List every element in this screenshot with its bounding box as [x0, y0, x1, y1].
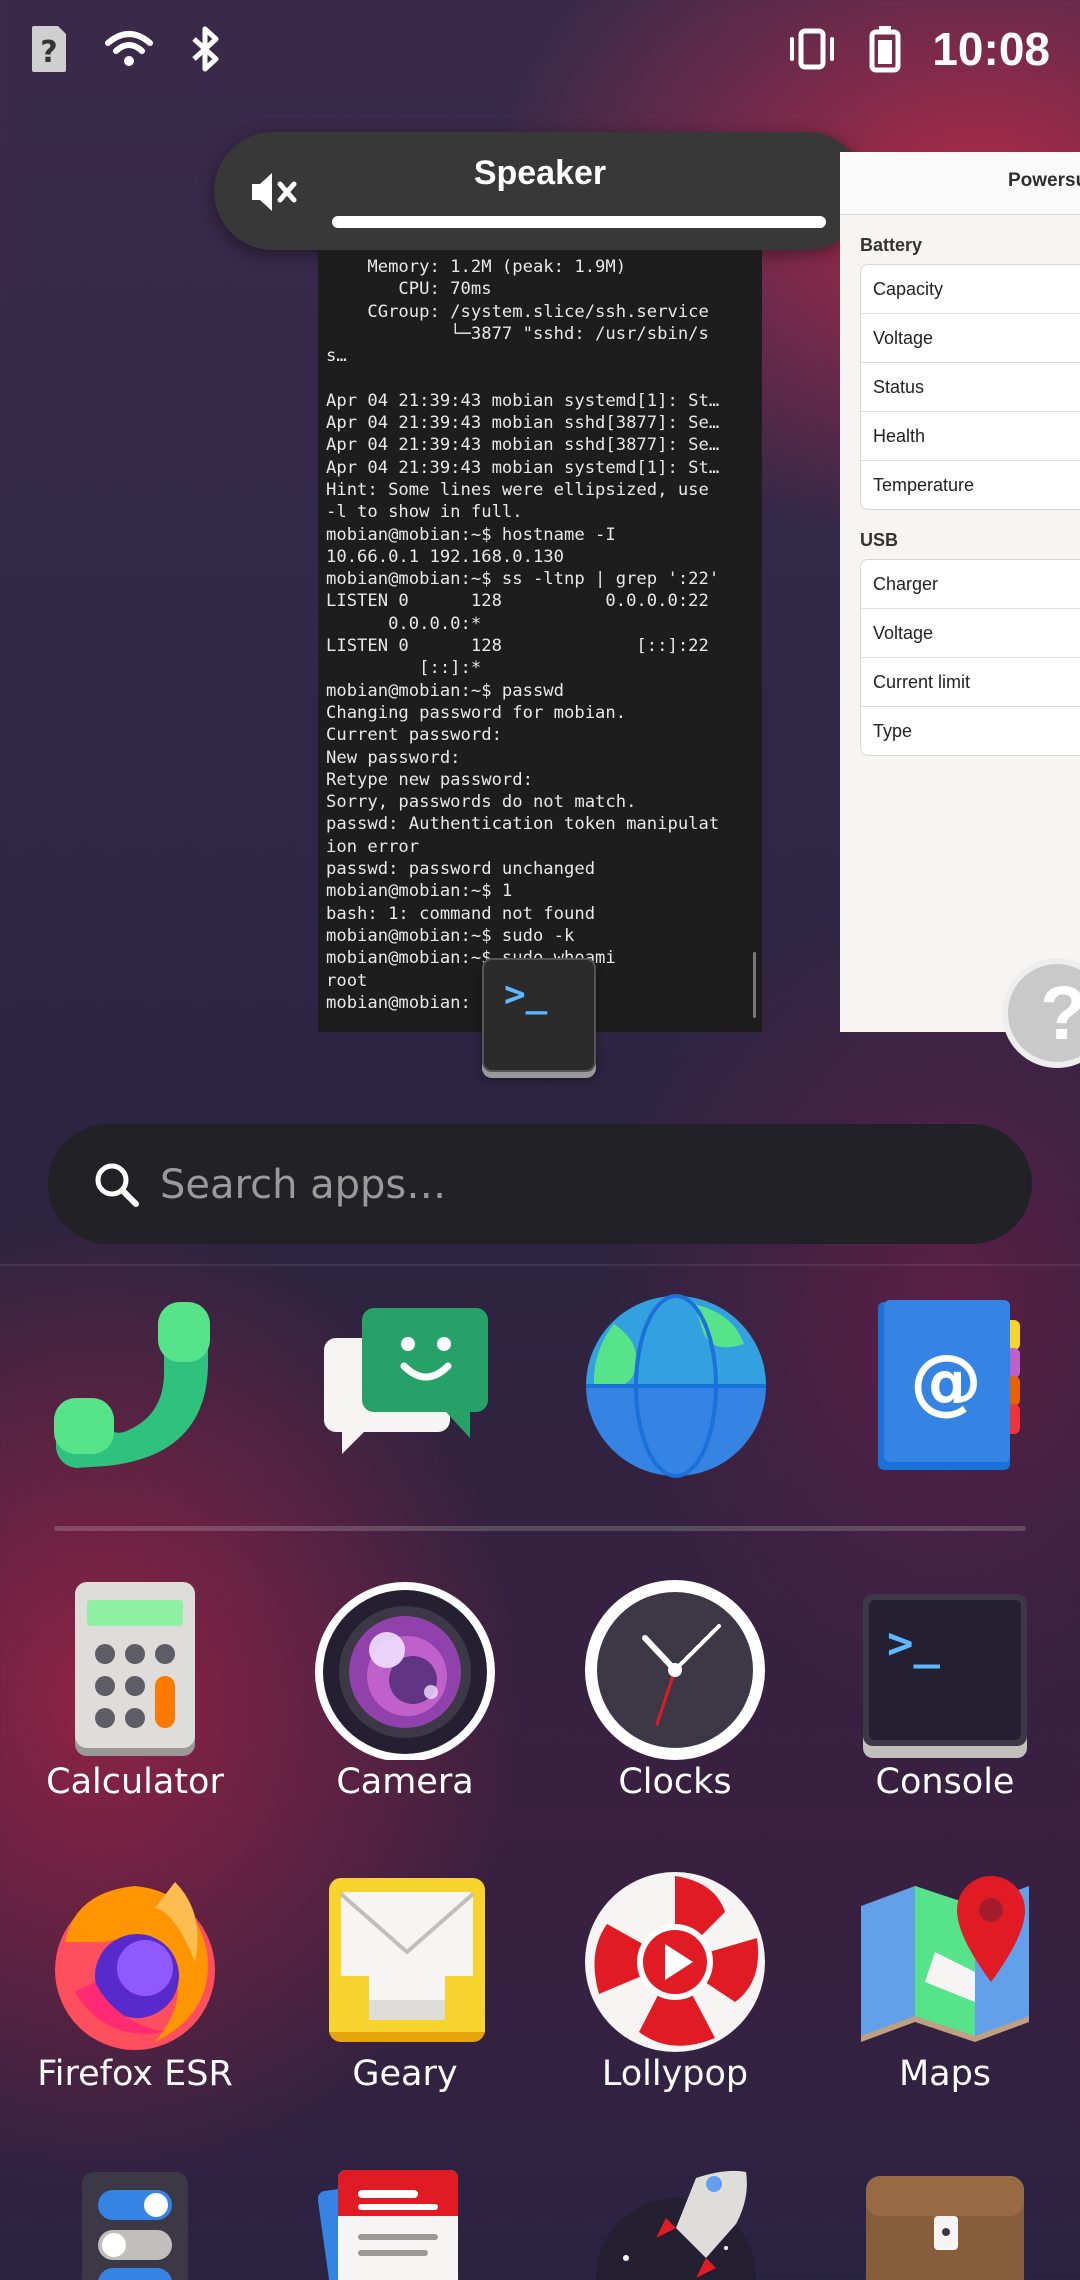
app-search-bar[interactable] — [48, 1124, 1032, 1244]
app-label: Clocks — [618, 1762, 732, 1802]
volume-osd: Speaker — [214, 132, 866, 250]
usb-voltage-row: Voltage — [861, 609, 1080, 658]
rocket-icon[interactable] — [596, 2168, 756, 2280]
status-bar: ? 10:08 — [0, 0, 1080, 100]
battery-voltage-row: Voltage — [861, 314, 1080, 363]
svg-text:?: ? — [40, 35, 57, 70]
volume-level-bar — [332, 216, 826, 228]
maps-icon — [861, 1876, 1029, 2042]
battery-temperature-row: Temperature — [873, 475, 975, 495]
usb-type-row: Type — [873, 721, 913, 741]
usb-current-limit-row: Current limit — [861, 658, 1080, 707]
camera-icon — [315, 1582, 495, 1760]
bluetooth-icon — [192, 26, 219, 72]
settings-icon[interactable] — [80, 2170, 190, 2280]
search-input[interactable] — [158, 1144, 982, 1226]
app-label: Maps — [898, 2054, 992, 2094]
clock-icon — [585, 1580, 765, 1760]
battery-status-row: Status — [861, 363, 1080, 412]
unknown-sim-icon: ? — [32, 26, 66, 72]
usb-charger-row: Charger — [861, 560, 1080, 609]
vibrate-icon — [790, 28, 835, 70]
usb-section-title: USB — [860, 530, 899, 550]
app-label: Lollypop — [601, 2054, 749, 2094]
battery-section-title: Battery — [860, 235, 923, 255]
terminal-scrollbar[interactable] — [753, 952, 756, 1018]
briefcase-icon[interactable] — [860, 2176, 1030, 2280]
powersupply-headerbar: Powersu — [840, 152, 1080, 215]
usb-list: Charger Voltage Current limit Type — [860, 559, 1080, 756]
app-label: Geary — [352, 2054, 458, 2094]
mail-icon — [329, 1878, 485, 2042]
wifi-icon — [105, 31, 153, 66]
search-icon — [95, 1163, 139, 1207]
search-divider — [0, 1264, 1080, 1266]
console-window-app-icon: >_ — [482, 958, 596, 1072]
app-label: Firefox ESR — [37, 2054, 233, 2094]
app-label: Console — [875, 1762, 1015, 1802]
powersupply-window-preview[interactable]: Powersu Battery Capacity Voltage Status … — [840, 152, 1080, 1032]
terminal-output: Memory: 1.2M (peak: 1.9M) CPU: 70ms CGro… — [326, 257, 720, 1013]
battery-icon — [869, 26, 901, 73]
app-label: Camera — [336, 1762, 474, 1802]
firefox-icon — [55, 1882, 215, 2050]
music-player-icon — [585, 1872, 765, 2052]
calculator-icon — [75, 1582, 195, 1756]
battery-health-row: Health — [861, 412, 1080, 461]
osd-label: Speaker — [473, 154, 607, 192]
console-icon: >_ — [863, 1594, 1027, 1758]
svg-text:>_: >_ — [887, 1618, 940, 1669]
phone-icon[interactable] — [46, 1296, 226, 1476]
battery-capacity-row: Capacity — [861, 265, 1080, 314]
web-browser-icon[interactable] — [584, 1294, 768, 1478]
app-label: Calculator — [46, 1762, 224, 1802]
contacts-icon[interactable]: @ — [874, 1298, 1024, 1478]
battery-list: Capacity Voltage Status Health Temperatu… — [860, 264, 1080, 510]
chat-icon[interactable] — [316, 1296, 496, 1476]
volume-level-fill — [332, 216, 826, 228]
clock: 10:08 — [932, 23, 1050, 75]
svg-text:@: @ — [910, 1339, 982, 1423]
console-window-preview[interactable]: Memory: 1.2M (peak: 1.9M) CPU: 70ms CGro… — [318, 250, 762, 1032]
powersupply-title: Powersu — [1008, 170, 1080, 191]
document-icon[interactable] — [318, 2160, 478, 2280]
dock-divider — [54, 1526, 1026, 1531]
